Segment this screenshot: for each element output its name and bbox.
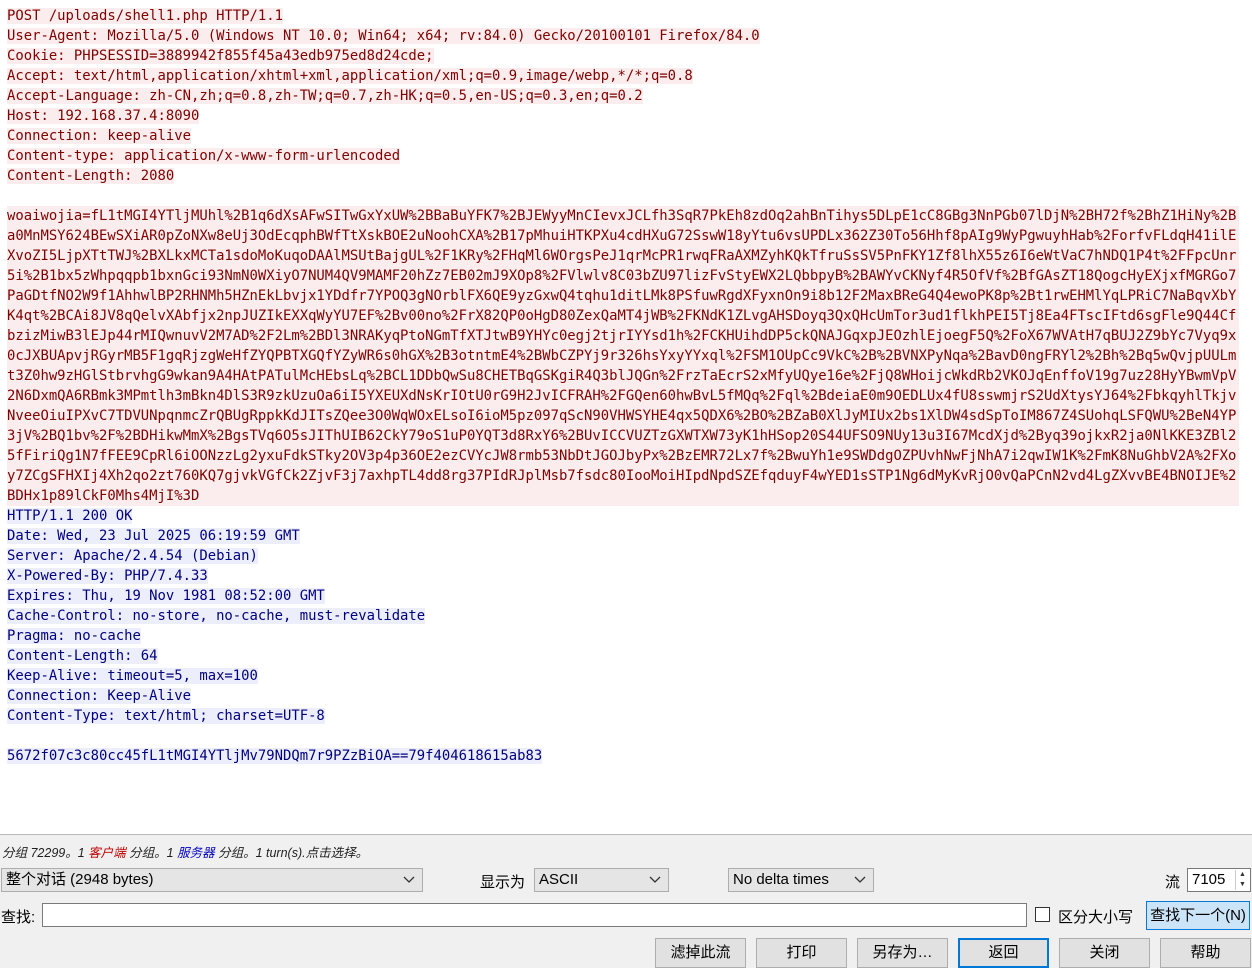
stream-label: 流 xyxy=(1165,874,1181,891)
spin-down-icon[interactable]: ▼ xyxy=(1236,880,1249,890)
status-text: 分组。1 xyxy=(125,846,178,860)
find-label: 查找: xyxy=(1,909,36,926)
request-headers: POST /uploads/shell1.php HTTP/1.1 User-Ag… xyxy=(7,6,1245,186)
response-body: 5672f07c3c80cc45fL1tMGI4YTljMv79NDQm7r9P… xyxy=(7,748,543,764)
filter-out-button[interactable]: 滤掉此流 xyxy=(655,938,746,968)
close-button[interactable]: 关闭 xyxy=(1059,938,1150,968)
response-header-line: HTTP/1.1 200 OK xyxy=(7,508,133,524)
print-button[interactable]: 打印 xyxy=(756,938,847,968)
case-sensitive-checkbox[interactable] xyxy=(1035,907,1050,922)
save-as-button[interactable]: 另存为… xyxy=(857,938,948,968)
request-header-line: Host: 192.168.37.4:8090 xyxy=(7,108,200,124)
response-header-line: X-Powered-By: PHP/7.4.33 xyxy=(7,568,208,584)
chevron-down-icon xyxy=(403,876,415,883)
response-header-line: Content-Length: 64 xyxy=(7,648,158,664)
request-header-line: Content-Length: 2080 xyxy=(7,168,175,184)
find-next-button[interactable]: 查找下一个(N) xyxy=(1146,901,1250,930)
show-as-select-value: ASCII xyxy=(539,871,579,888)
case-sensitive-label: 区分大小写 xyxy=(1058,909,1134,926)
find-input[interactable] xyxy=(42,903,1027,927)
client-link[interactable]: 客户端 xyxy=(88,846,126,860)
request-header-line: Connection: keep-alive xyxy=(7,128,191,144)
spin-up-icon[interactable]: ▲ xyxy=(1236,870,1249,880)
back-button[interactable]: 返回 xyxy=(958,938,1049,968)
response-header-line: Cache-Control: no-store, no-cache, must-… xyxy=(7,608,426,624)
response-headers: HTTP/1.1 200 OK Date: Wed, 23 Jul 2025 06… xyxy=(7,506,1245,726)
show-as-label: 显示为 xyxy=(480,874,526,891)
show-as-select[interactable]: ASCII xyxy=(534,868,669,892)
follow-stream-text[interactable]: POST /uploads/shell1.php HTTP/1.1 User-Ag… xyxy=(0,0,1252,835)
stream-index-value: 7105 xyxy=(1192,871,1226,888)
stream-index-stepper[interactable]: 7105 ▲ ▼ xyxy=(1187,868,1251,892)
status-line: 分组 72299。1 客户端 分组。1 服务器 分组。1 turn(s).点击选… xyxy=(2,842,368,861)
request-header-line: POST /uploads/shell1.php HTTP/1.1 xyxy=(7,8,283,24)
status-text: 分组 72299。1 xyxy=(2,846,89,860)
delta-times-select[interactable]: No delta times xyxy=(728,868,874,892)
response-header-line: Connection: Keep-Alive xyxy=(7,688,191,704)
request-header-line: Cookie: PHPSESSID=3889942f855f45a43edb97… xyxy=(7,48,434,64)
response-header-line: Pragma: no-cache xyxy=(7,628,141,644)
response-header-line: Content-Type: text/html; charset=UTF-8 xyxy=(7,708,325,724)
conversation-select[interactable]: 整个对话 (2948 bytes) xyxy=(1,868,423,892)
delta-times-value: No delta times xyxy=(733,871,829,888)
request-header-line: Content-type: application/x-www-form-url… xyxy=(7,148,401,164)
help-button[interactable]: 帮助 xyxy=(1160,938,1251,968)
request-header-line: User-Agent: Mozilla/5.0 (Windows NT 10.0… xyxy=(7,28,760,44)
conversation-select-value: 整个对话 (2948 bytes) xyxy=(6,871,154,888)
request-header-line: Accept: text/html,application/xhtml+xml,… xyxy=(7,68,693,84)
response-header-line: Keep-Alive: timeout=5, max=100 xyxy=(7,668,258,684)
status-text: 分组。1 turn(s).点击选择。 xyxy=(214,846,369,860)
chevron-down-icon xyxy=(649,876,661,883)
response-header-line: Server: Apache/2.4.54 (Debian) xyxy=(7,548,258,564)
server-link[interactable]: 服务器 xyxy=(177,846,215,860)
response-header-line: Date: Wed, 23 Jul 2025 06:19:59 GMT xyxy=(7,528,300,544)
request-header-line: Accept-Language: zh-CN,zh;q=0.8,zh-TW;q=… xyxy=(7,88,643,104)
response-header-line: Expires: Thu, 19 Nov 1981 08:52:00 GMT xyxy=(7,588,325,604)
chevron-down-icon xyxy=(854,876,866,883)
stream-spinner[interactable]: ▲ ▼ xyxy=(1235,870,1249,890)
request-body: woaiwojia=fL1tMGI4YTljMUhl%2B1q6dXsAFwSI… xyxy=(7,206,1239,506)
